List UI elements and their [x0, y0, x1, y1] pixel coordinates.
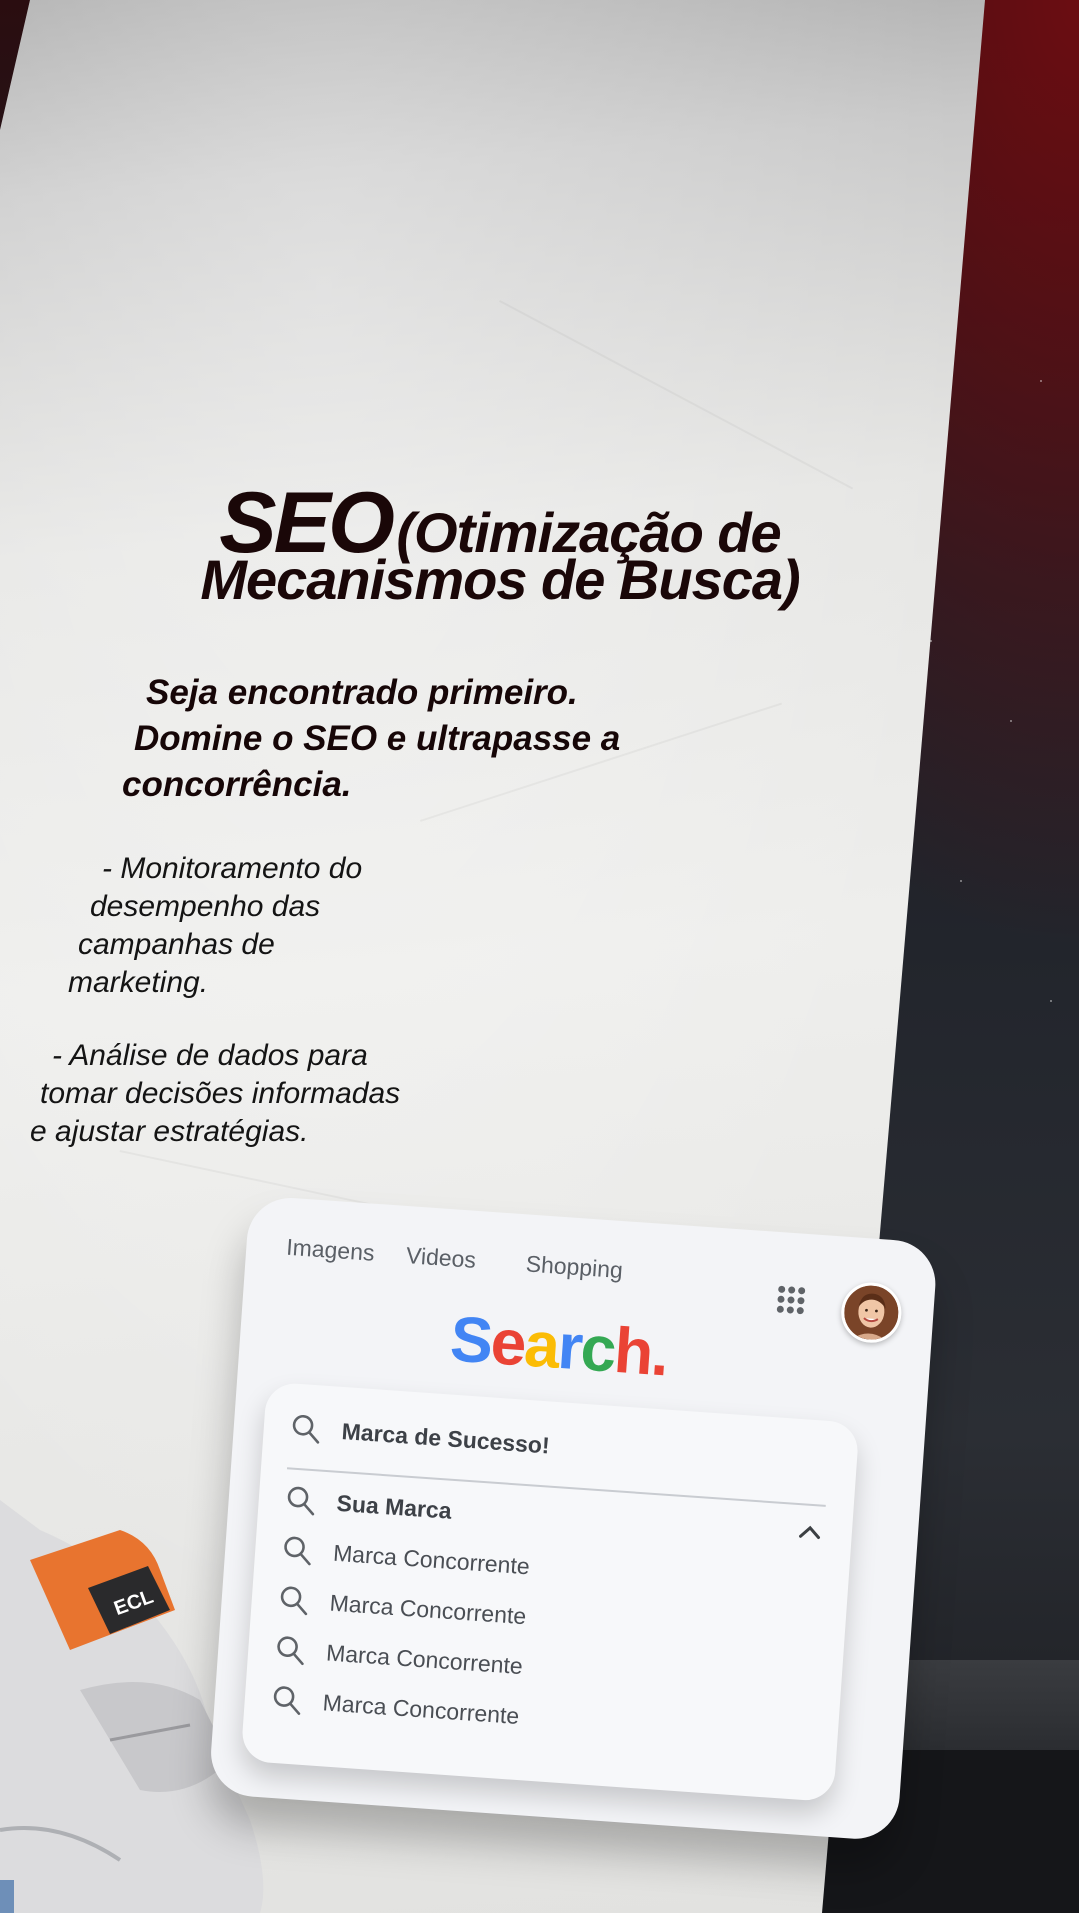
- star: [1010, 720, 1012, 722]
- bullet-monitoring: - Monitoramento do desempenho das campan…: [60, 850, 362, 1002]
- suggestion-label: Marca Concorrente: [328, 1589, 528, 1629]
- subtitle-line3: concorrência.: [122, 765, 352, 804]
- search-query-text: Marca de Sucesso!: [340, 1417, 551, 1458]
- tab-shopping[interactable]: Shopping: [525, 1250, 624, 1284]
- search-logo: Search.: [448, 1301, 670, 1390]
- subtitle: Seja encontrado primeiro. Domine o SEO e…: [110, 670, 670, 808]
- page-title: SEO (Otimização de Mecanismos de Busca): [150, 480, 850, 608]
- search-card-wrapper: Imagens Videos Shopping Search. Marca de…: [206, 1195, 939, 1872]
- suggestion-item[interactable]: Marca Concorrente: [280, 1529, 531, 1586]
- star: [960, 880, 962, 882]
- bullet-line: tomar decisões informadas: [40, 1077, 401, 1110]
- suggestion-label: Marca Concorrente: [332, 1539, 531, 1579]
- suggestion-label: Sua Marca: [335, 1489, 453, 1524]
- search-card: Imagens Videos Shopping Search. Marca de…: [208, 1195, 939, 1842]
- suggestion-item[interactable]: Marca Concorrente: [276, 1579, 527, 1636]
- search-icon: [284, 1536, 311, 1566]
- avatar-face-icon: [842, 1283, 901, 1342]
- user-avatar[interactable]: [839, 1280, 904, 1345]
- suggestion-item[interactable]: Marca Concorrente: [270, 1679, 521, 1736]
- search-dropdown-panel: Marca de Sucesso! Sua Marca Marca Concor…: [240, 1381, 860, 1803]
- bullet-line: marketing.: [68, 966, 209, 999]
- bullet-line: - Monitoramento do: [102, 852, 363, 885]
- search-icon: [292, 1414, 320, 1444]
- search-icon: [287, 1486, 315, 1516]
- search-icon: [280, 1586, 308, 1616]
- title-line2: Mecanismos de Busca): [200, 548, 800, 611]
- star: [1050, 1000, 1052, 1002]
- suggestion-label: Marca Concorrente: [325, 1638, 524, 1679]
- subtitle-line2: Domine o SEO e ultrapasse a: [134, 719, 621, 758]
- search-icon: [277, 1636, 304, 1666]
- suggestion-item[interactable]: Sua Marca: [283, 1479, 452, 1531]
- star: [1040, 380, 1042, 382]
- logo-letter: c: [578, 1311, 617, 1386]
- logo-letter: h: [611, 1313, 654, 1389]
- bullet-line: - Análise de dados para: [52, 1039, 368, 1072]
- subtitle-line1: Seja encontrado primeiro.: [146, 673, 578, 712]
- logo-letter: a: [522, 1307, 561, 1382]
- bullet-line: desempenho das: [90, 890, 321, 923]
- suggestion-label: Marca Concorrente: [321, 1688, 521, 1729]
- tab-imagens[interactable]: Imagens: [286, 1234, 376, 1267]
- bullet-line: e ajustar estratégias.: [30, 1115, 309, 1148]
- logo-letter: S: [447, 1302, 494, 1378]
- tab-videos[interactable]: Videos: [405, 1242, 477, 1274]
- bullet-analysis: - Análise de dados para tomar decisões i…: [26, 1037, 400, 1151]
- grid-apps-icon[interactable]: [775, 1284, 807, 1316]
- search-input[interactable]: Marca de Sucesso!: [288, 1407, 551, 1465]
- search-icon: [273, 1686, 301, 1715]
- logo-letter: .: [648, 1316, 670, 1390]
- paper-crease: [499, 300, 854, 490]
- chevron-up-icon[interactable]: [797, 1523, 822, 1541]
- suggestion-item[interactable]: Marca Concorrente: [273, 1629, 524, 1686]
- logo-letter: e: [488, 1305, 528, 1380]
- bullet-line: campanhas de: [78, 928, 275, 961]
